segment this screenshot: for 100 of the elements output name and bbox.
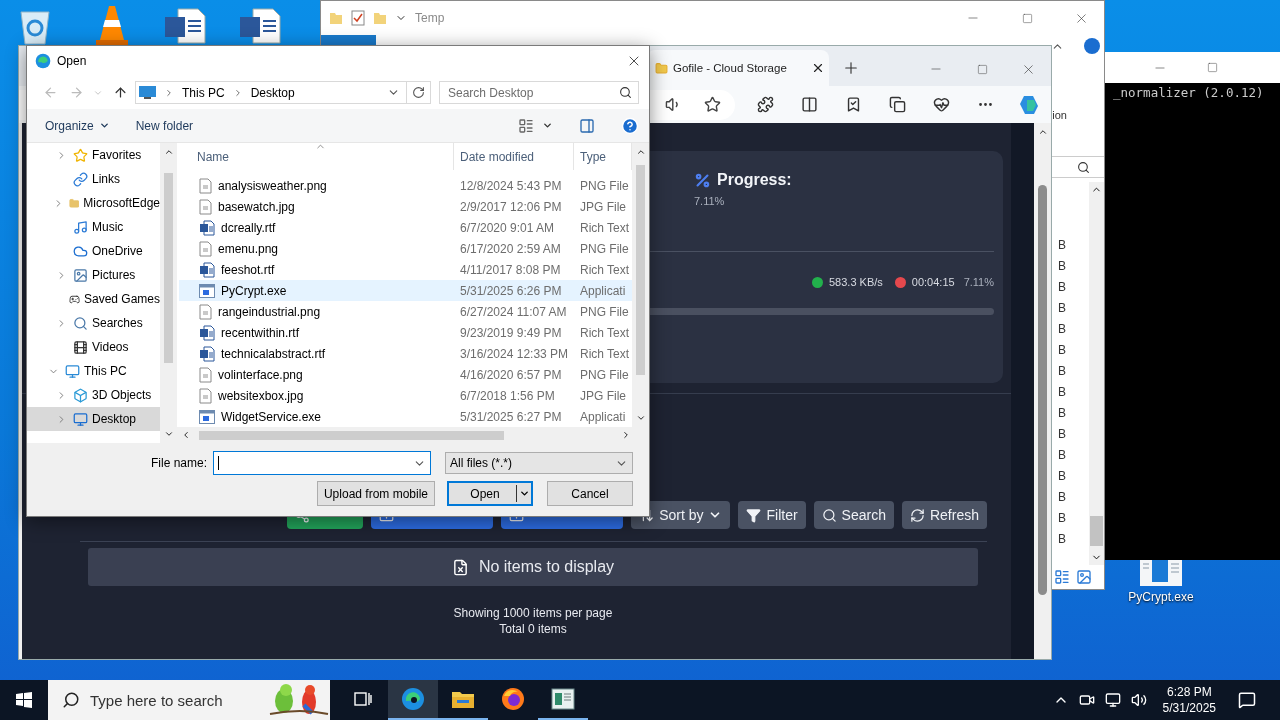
refresh-icon[interactable] — [412, 86, 425, 99]
action-button[interactable]: Search — [813, 501, 894, 529]
address-bar[interactable]: This PC Desktop — [135, 81, 407, 104]
search-icon — [62, 691, 80, 709]
close-tab-icon[interactable] — [811, 61, 825, 75]
file-size: B — [1058, 384, 1067, 401]
file-size: B — [1058, 447, 1067, 464]
file-row[interactable]: basewatch.jpg 2/9/2017 12:06 PM JPG File — [179, 196, 632, 217]
volume-icon[interactable] — [1130, 692, 1147, 708]
extensions-icon[interactable] — [756, 96, 774, 113]
file-row[interactable]: websitexbox.jpg 6/7/2018 1:56 PM JPG File — [179, 385, 632, 406]
copilot-icon[interactable] — [1018, 93, 1040, 116]
taskbar-search-field[interactable]: Type here to search — [48, 680, 330, 720]
file-name: PyCrypt.exe — [221, 283, 287, 298]
file-name: analysisweather.png — [218, 178, 327, 193]
pagination-info: Showing 1000 items per page — [453, 606, 613, 620]
file-row[interactable]: WidgetService.exe 5/31/2025 6:27 PM Applicati — [179, 406, 632, 427]
application-file-icon — [199, 283, 215, 298]
date-modified: 5/31/2025 6:27 PM — [459, 409, 563, 424]
network-icon[interactable] — [1104, 692, 1121, 708]
browser-icon — [35, 53, 51, 69]
search-icon — [1077, 160, 1090, 174]
nav-item[interactable]: MicrosoftEdge — [27, 191, 160, 215]
column-header[interactable]: Name — [179, 143, 454, 170]
desktop-shortcut[interactable]: PyCrypt.exe — [1116, 558, 1206, 604]
file-type: Rich Text — [579, 220, 631, 235]
breadcrumb-item[interactable]: Desktop — [250, 85, 295, 100]
file-type: PNG File — [579, 241, 630, 256]
scroll-down-icon[interactable] — [163, 429, 174, 439]
dialog-button[interactable]: Cancel — [547, 481, 633, 506]
clock[interactable]: 6:28 PM 5/31/2025 — [1162, 684, 1216, 716]
folder-icon — [451, 689, 475, 709]
scroll-right-icon[interactable] — [621, 430, 631, 440]
document-icon[interactable] — [164, 8, 206, 44]
nav-item[interactable]: Searches — [27, 311, 160, 335]
scrollbar-thumb[interactable] — [1090, 516, 1103, 546]
nav-item[interactable]: Saved Games — [27, 287, 160, 311]
file-row[interactable]: rangeindustrial.png 6/27/2024 11:07 AM PNG File — [179, 301, 632, 322]
file-row[interactable]: technicalabstract.rtf 3/16/2024 12:33 PM Rich Text — [179, 343, 632, 364]
camera-icon[interactable] — [1078, 692, 1095, 708]
scroll-up-icon[interactable] — [1037, 127, 1048, 137]
nav-item[interactable]: Videos — [27, 335, 160, 359]
collections-icon[interactable] — [888, 96, 906, 113]
split-screen-icon[interactable] — [800, 96, 818, 113]
browser-tab[interactable]: Gofile - Cloud Storage — [647, 50, 829, 86]
file-row[interactable]: feeshot.rtf 4/11/2017 8:08 PM Rich Text — [179, 259, 632, 280]
favorite-star-icon[interactable] — [704, 96, 721, 113]
music-note-icon — [73, 219, 88, 235]
organize-menu[interactable]: Organize — [45, 118, 110, 133]
file-row[interactable]: dcreally.rtf 6/7/2020 9:01 AM Rich Text — [179, 217, 632, 238]
file-row[interactable]: recentwithin.rtf 9/23/2019 9:49 PM Rich Text — [179, 322, 632, 343]
file-size: B — [1058, 531, 1067, 548]
file-row[interactable]: PyCrypt.exe 5/31/2025 6:26 PM Applicati — [179, 280, 632, 301]
file-row[interactable]: volinterface.png 4/16/2020 6:57 PM PNG File — [179, 364, 632, 385]
nav-item[interactable]: Favorites — [27, 143, 160, 167]
file-size: B — [1058, 363, 1067, 380]
file-type: PNG File — [579, 178, 630, 193]
document-icon[interactable] — [239, 8, 281, 44]
nav-item[interactable]: This PC — [27, 359, 160, 383]
thumbnails-view-icon[interactable] — [1076, 569, 1092, 585]
nav-item[interactable]: Desktop — [27, 407, 160, 431]
search-icon — [619, 86, 632, 99]
image-file-icon — [199, 387, 212, 404]
image-file-icon — [199, 177, 212, 194]
caret-icon[interactable] — [542, 120, 553, 131]
scroll-up-icon[interactable] — [163, 147, 174, 157]
nav-item[interactable]: Music — [27, 215, 160, 239]
scrollbar-thumb[interactable] — [199, 430, 504, 440]
action-button[interactable]: Refresh — [901, 501, 987, 529]
toolbar-button[interactable]: New folder — [135, 118, 194, 133]
nav-item[interactable]: 3D Objects — [27, 383, 160, 407]
split-button[interactable]: Open — [447, 481, 533, 506]
taskbar-app[interactable] — [388, 680, 438, 720]
view-options-icon[interactable] — [518, 117, 534, 134]
notifications-icon[interactable] — [1238, 691, 1256, 709]
scroll-left-icon[interactable] — [181, 430, 191, 440]
scrollbar-thumb[interactable] — [164, 173, 173, 363]
preview-pane-icon[interactable] — [579, 117, 595, 134]
breadcrumb-item[interactable]: This PC — [182, 85, 225, 100]
scrollbar-thumb[interactable] — [1038, 185, 1047, 595]
scroll-up-icon[interactable] — [635, 147, 646, 157]
application-file-icon — [199, 409, 215, 424]
file-row[interactable]: analysisweather.png 12/8/2024 5:43 PM PNG File — [179, 175, 632, 196]
new-tab-icon[interactable] — [842, 59, 860, 77]
file-row[interactable]: emenu.png 6/17/2020 2:59 AM PNG File — [179, 238, 632, 259]
heart-pulse-icon[interactable] — [932, 96, 950, 113]
details-view-icon[interactable] — [1054, 569, 1070, 585]
scrollbar-thumb[interactable] — [636, 165, 645, 375]
scroll-down-icon[interactable] — [635, 413, 646, 423]
dialog-button[interactable]: Upload from mobile — [316, 481, 435, 506]
file-name: WidgetService.exe — [221, 409, 322, 424]
nav-item[interactable]: Links — [27, 167, 160, 191]
search-field[interactable]: Search Desktop — [439, 81, 639, 104]
file-type-dropdown[interactable]: All files (*.*) — [445, 452, 633, 474]
nav-item[interactable]: OneDrive — [27, 239, 160, 263]
nav-item[interactable]: Pictures — [27, 263, 160, 287]
action-button[interactable]: Filter — [738, 501, 806, 529]
column-header[interactable]: Date modified — [454, 143, 574, 170]
file-name-field[interactable] — [213, 451, 431, 475]
up-icon[interactable] — [112, 85, 128, 100]
